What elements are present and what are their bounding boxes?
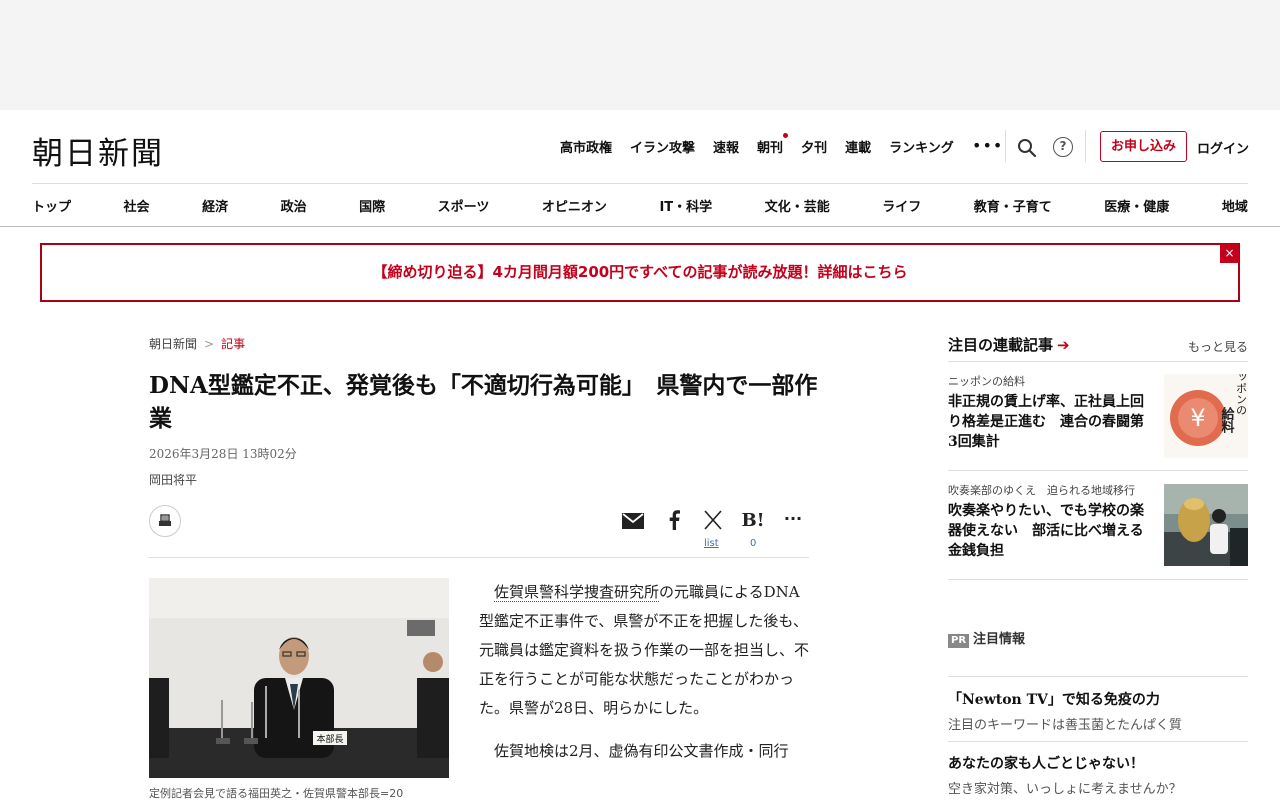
pr-item-subtitle: 注目のキーワードは善玉菌とたんぱく質 bbox=[948, 718, 1183, 733]
category-tab[interactable]: 医療・健康 bbox=[1104, 196, 1169, 215]
category-tab[interactable]: 社会 bbox=[124, 196, 150, 215]
divider bbox=[948, 470, 1248, 471]
share-mail-icon[interactable] bbox=[620, 510, 646, 532]
article-paragraph: 佐賀地検は2月、虚偽有印公文書作成・同行 bbox=[494, 742, 789, 760]
close-icon[interactable]: × bbox=[1220, 244, 1239, 263]
breadcrumb-current[interactable]: 記事 bbox=[221, 337, 245, 351]
share-hatena-count[interactable]: 0 bbox=[750, 538, 756, 549]
divider bbox=[149, 557, 809, 558]
pr-item[interactable]: 「Newton TV」で知る免疫の力 注目のキーワードは善玉菌とたんぱく質 bbox=[948, 689, 1248, 733]
sidebar-article-title[interactable]: 吹奏楽やりたい、でも学校の楽器使えない 部活に比べ増える金銭負担 bbox=[948, 501, 1152, 561]
sidebar-article[interactable]: 吹奏楽部のゆくえ 迫られる地域移行 吹奏楽やりたい、でも学校の楽器使えない 部活… bbox=[948, 482, 1248, 566]
share-hatena-icon[interactable]: B! bbox=[740, 510, 766, 532]
inline-link[interactable]: 佐賀県警科学捜査研究所 bbox=[494, 583, 660, 602]
article-timestamp: 2026年3月28日 13時02分 bbox=[149, 447, 297, 461]
site-logo[interactable]: 朝日新聞 bbox=[32, 128, 164, 173]
top-nav-link[interactable]: 夕刊 bbox=[801, 137, 827, 156]
article-body: 佐賀県警科学捜査研究所の元職員によるDNA型鑑定不正事件で、県警が不正を把握した… bbox=[479, 578, 809, 780]
category-nav: トップ 社会 経済 政治 国際 スポーツ オピニオン IT・科学 文化・芸能 ラ… bbox=[32, 196, 1248, 215]
share-x-label[interactable]: list bbox=[704, 538, 719, 549]
category-tab[interactable]: 政治 bbox=[281, 196, 307, 215]
divider bbox=[948, 676, 1248, 677]
top-nav-link[interactable]: 連載 bbox=[845, 137, 871, 156]
category-tab[interactable]: 地域 bbox=[1222, 196, 1248, 215]
print-button[interactable] bbox=[149, 505, 181, 537]
share-x-icon[interactable] bbox=[700, 510, 726, 532]
top-nav-link[interactable]: 朝刊 bbox=[757, 133, 789, 156]
divider bbox=[948, 361, 1248, 362]
sidebar-thumbnail[interactable]: ¥ ニッポンの 給料 bbox=[1164, 374, 1248, 458]
help-icon[interactable]: ? bbox=[1053, 137, 1073, 157]
breadcrumb-separator: > bbox=[204, 337, 215, 351]
category-tab[interactable]: 国際 bbox=[359, 196, 385, 215]
arrow-right-icon: ➔ bbox=[1057, 336, 1070, 354]
thumbnail-label: ニッポンの bbox=[1235, 374, 1248, 416]
breadcrumb: 朝日新聞 > 記事 bbox=[149, 335, 245, 352]
site-header: 朝日新聞 高市政権 イラン攻撃 速報 朝刊 夕刊 連載 ランキング ••• ? … bbox=[0, 110, 1280, 227]
category-tab[interactable]: スポーツ bbox=[438, 196, 490, 215]
category-tab[interactable]: オピニオン bbox=[542, 196, 607, 215]
category-tab[interactable]: IT・科学 bbox=[659, 196, 712, 215]
new-indicator-dot bbox=[783, 133, 789, 138]
more-menu-icon[interactable]: ••• bbox=[972, 136, 1003, 155]
pr-item-title[interactable]: 「Newton TV」で知る免疫の力 bbox=[948, 689, 1248, 709]
promo-banner[interactable]: 【締め切り迫る】4カ月間月額200円ですべての記事が読み放題！詳細はこちら bbox=[40, 243, 1240, 302]
top-nav-link[interactable]: イラン攻撃 bbox=[630, 137, 695, 156]
divider bbox=[1005, 130, 1006, 162]
subscribe-button[interactable]: お申し込み bbox=[1100, 131, 1187, 162]
svg-text:¥: ¥ bbox=[1190, 404, 1205, 432]
article-photo[interactable]: 本部長 bbox=[149, 578, 449, 778]
sidebar-thumbnail[interactable] bbox=[1164, 484, 1248, 566]
top-ad-space bbox=[0, 0, 1280, 110]
share-more-icon[interactable]: ··· bbox=[780, 510, 806, 532]
sidebar-article-title[interactable]: 非正規の賃上げ率、正社員上回り格差是正進む 連合の春闘第3回集計 bbox=[948, 392, 1152, 452]
article-author[interactable]: 岡田将平 bbox=[149, 471, 197, 488]
top-nav-link[interactable]: ランキング bbox=[889, 137, 954, 156]
category-tab[interactable]: 文化・芸能 bbox=[765, 196, 830, 215]
top-nav-link[interactable]: 速報 bbox=[713, 137, 739, 156]
sidebar-title[interactable]: 注目の連載記事 ➔ bbox=[948, 334, 1070, 355]
pr-item-subtitle: 空き家対策、いっしょに考えませんか？ bbox=[948, 782, 1182, 797]
pr-badge: PR bbox=[948, 634, 970, 648]
top-nav-link[interactable]: 高市政権 bbox=[560, 137, 612, 156]
share-facebook-icon[interactable] bbox=[661, 510, 687, 532]
login-link[interactable]: ログイン bbox=[1197, 138, 1249, 157]
article-headline: DNA型鑑定不正、発覚後も「不適切行為可能」 県警内で一部作業 bbox=[149, 372, 818, 432]
category-tab[interactable]: 経済 bbox=[202, 196, 228, 215]
breadcrumb-home[interactable]: 朝日新聞 bbox=[149, 337, 197, 351]
divider bbox=[948, 579, 1248, 580]
article-paragraph: 佐賀県警科学捜査研究所の元職員によるDNA型鑑定不正事件で、県警が不正を把握した… bbox=[479, 583, 810, 717]
divider bbox=[32, 183, 1248, 184]
top-nav: 高市政権 イラン攻撃 速報 朝刊 夕刊 連載 ランキング bbox=[560, 133, 972, 156]
nameplate-text: 本部長 bbox=[316, 733, 343, 745]
pr-item[interactable]: あなたの家も人ごとじゃない！ 空き家対策、いっしょに考えませんか？ bbox=[948, 753, 1248, 797]
category-tab[interactable]: トップ bbox=[32, 196, 71, 215]
sidebar-article[interactable]: ニッポンの給料 非正規の賃上げ率、正社員上回り格差是正進む 連合の春闘第3回集計… bbox=[948, 373, 1248, 458]
divider bbox=[948, 741, 1248, 742]
search-icon[interactable] bbox=[1017, 138, 1037, 162]
pr-heading: PR 注目情報 bbox=[948, 628, 1025, 648]
sidebar-more-link[interactable]: もっと見る bbox=[1188, 338, 1248, 355]
divider bbox=[1085, 130, 1086, 162]
photo-caption: 定例記者会見で語る福田英之・佐賀県警本部長=20 bbox=[149, 787, 404, 800]
print-icon bbox=[159, 514, 171, 526]
category-tab[interactable]: ライフ bbox=[882, 196, 921, 215]
thumbnail-label: 給料 bbox=[1219, 406, 1235, 434]
category-tab[interactable]: 教育・子育て bbox=[974, 196, 1052, 215]
pr-item-title[interactable]: あなたの家も人ごとじゃない！ bbox=[948, 753, 1248, 773]
